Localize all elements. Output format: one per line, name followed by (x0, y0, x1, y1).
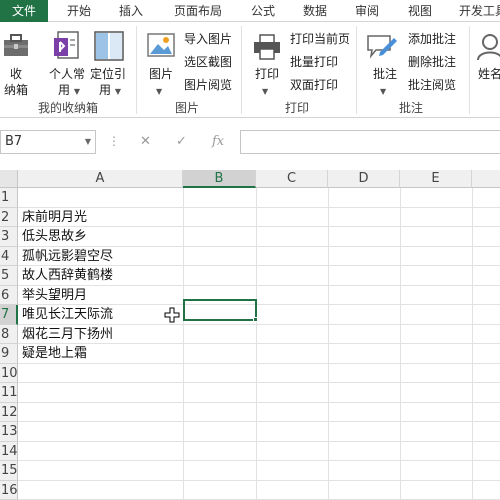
insert-function-icon[interactable]: fx (212, 134, 224, 149)
row-header[interactable]: 11 (0, 383, 18, 403)
grid-line (18, 460, 500, 461)
grid-line (18, 440, 500, 442)
row-header[interactable]: 8 (0, 324, 18, 344)
column-header-f[interactable] (472, 170, 500, 188)
cell-a8[interactable]: 烟花三月下扬州 (22, 325, 113, 345)
import-picture-button[interactable]: 导入图片 (184, 31, 232, 47)
picture-group-label: 图片 (174, 101, 199, 115)
row-header[interactable]: 10 (0, 363, 18, 383)
cell-a6[interactable]: 举头望明月 (22, 286, 87, 306)
grid-line (18, 401, 500, 403)
grid-line (183, 188, 184, 500)
row-header[interactable]: 4 (0, 246, 18, 266)
grid-line (18, 382, 500, 383)
tab-page-layout[interactable]: 页面布局 (170, 0, 226, 22)
duplex-print-button[interactable]: 双面打印 (290, 77, 338, 93)
row-header[interactable]: 9 (0, 344, 18, 364)
column-header-e[interactable]: E (400, 170, 472, 188)
grid-line (400, 188, 401, 500)
row-header[interactable]: 13 (0, 422, 18, 442)
chevron-down-icon: ▼ (156, 87, 163, 96)
picture-icon (147, 33, 175, 57)
cell-a4[interactable]: 孤帆远影碧空尽 (22, 247, 113, 267)
cell-a3[interactable]: 低头思故乡 (22, 227, 87, 247)
ribbon-separator (469, 26, 470, 114)
toolbox-icon (4, 34, 28, 56)
active-cell-b7[interactable] (183, 299, 257, 321)
fill-handle[interactable] (253, 317, 258, 322)
print-group-label: 打印 (284, 101, 309, 115)
row-header[interactable]: 14 (0, 441, 18, 461)
name-box[interactable]: B7 ▼ (0, 130, 96, 154)
grid-line (18, 206, 500, 208)
personal-doc-icon (54, 31, 79, 59)
locate-reference-icon (94, 31, 124, 61)
row-header[interactable]: 1 (0, 188, 18, 208)
row-header[interactable]: 3 (0, 227, 18, 247)
region-screenshot-button[interactable]: 选区截图 (184, 54, 232, 70)
comment-browse-button[interactable]: 批注阅览 (408, 77, 456, 93)
tab-insert[interactable]: 插入 (114, 0, 148, 22)
batch-print-button[interactable]: 批量打印 (290, 54, 338, 70)
print-current-page-button[interactable]: 打印当前页 (290, 31, 350, 47)
chevron-down-icon: ▼ (73, 87, 80, 96)
column-header-c[interactable]: C (256, 170, 328, 188)
tab-formulas[interactable]: 公式 (246, 0, 280, 22)
formula-input[interactable] (240, 130, 500, 154)
row-header[interactable]: 5 (0, 266, 18, 286)
ribbon: 收 纳箱 个人常 用 ▼ 定位引 用 ▼ 我的收纳箱 图片 ▼ 导入图片 选区截… (0, 22, 500, 118)
tab-review[interactable]: 审阅 (350, 0, 384, 22)
row-header[interactable]: 7 (0, 305, 18, 325)
user-icon (477, 34, 500, 61)
cell-a7[interactable]: 唯见长江天际流 (22, 305, 113, 325)
tab-data[interactable]: 数据 (298, 0, 332, 22)
grid-line (472, 188, 473, 500)
cancel-icon[interactable]: ✕ (140, 134, 151, 149)
chevron-down-icon: ▼ (114, 87, 121, 96)
cell-a2[interactable]: 床前明月光 (22, 208, 87, 228)
chevron-down-icon: ▼ (380, 87, 387, 96)
row-header[interactable]: 12 (0, 402, 18, 422)
more-options-icon[interactable]: ⋮ (108, 134, 120, 148)
tab-file[interactable]: 文件 (0, 0, 48, 22)
tab-view[interactable]: 视图 (403, 0, 437, 22)
cell-cursor-icon (164, 307, 180, 323)
grid-line (256, 188, 257, 500)
row-header[interactable]: 16 (0, 480, 18, 500)
printer-icon (254, 34, 280, 60)
formula-bar: B7 ▼ ⋮ ✕ ✓ fx (0, 118, 500, 170)
row-header[interactable]: 2 (0, 207, 18, 227)
tab-developer[interactable]: 开发工具 (455, 0, 500, 22)
ribbon-tab-bar: 文件 开始 插入 页面布局 公式 数据 审阅 视图 开发工具 (0, 0, 500, 22)
column-header-b[interactable]: B (183, 170, 256, 188)
delete-comment-button[interactable]: 删除批注 (408, 54, 456, 70)
favorites-group-label: 我的收纳箱 (37, 101, 98, 115)
grid-line (18, 479, 500, 481)
select-all-corner[interactable] (0, 170, 18, 188)
grid-line (18, 362, 500, 364)
cell-a9[interactable]: 疑是地上霜 (22, 344, 87, 364)
comment-icon (367, 35, 397, 59)
chevron-down-icon: ▼ (262, 87, 269, 96)
row-header[interactable]: 15 (0, 461, 18, 481)
column-header-a[interactable]: A (18, 170, 183, 188)
enter-icon[interactable]: ✓ (176, 134, 187, 149)
grid-line (18, 226, 500, 227)
grid-line (328, 188, 329, 500)
picture-browse-button[interactable]: 图片阅览 (184, 77, 232, 93)
spreadsheet-grid: A B C D E 1 2 床前明月光 3 低头思故乡 4 孤帆远影碧空尽 5 故人西辞黄鹤楼 6… (0, 170, 500, 500)
grid-line (18, 421, 500, 422)
chevron-down-icon[interactable]: ▼ (85, 131, 91, 153)
column-header-d[interactable]: D (328, 170, 400, 188)
cell-a5[interactable]: 故人西辞黄鹤楼 (22, 266, 113, 286)
add-comment-button[interactable]: 添加批注 (408, 31, 456, 47)
comment-group-label: 批注 (398, 101, 423, 115)
tab-home[interactable]: 开始 (62, 0, 96, 22)
row-header[interactable]: 6 (0, 285, 18, 305)
